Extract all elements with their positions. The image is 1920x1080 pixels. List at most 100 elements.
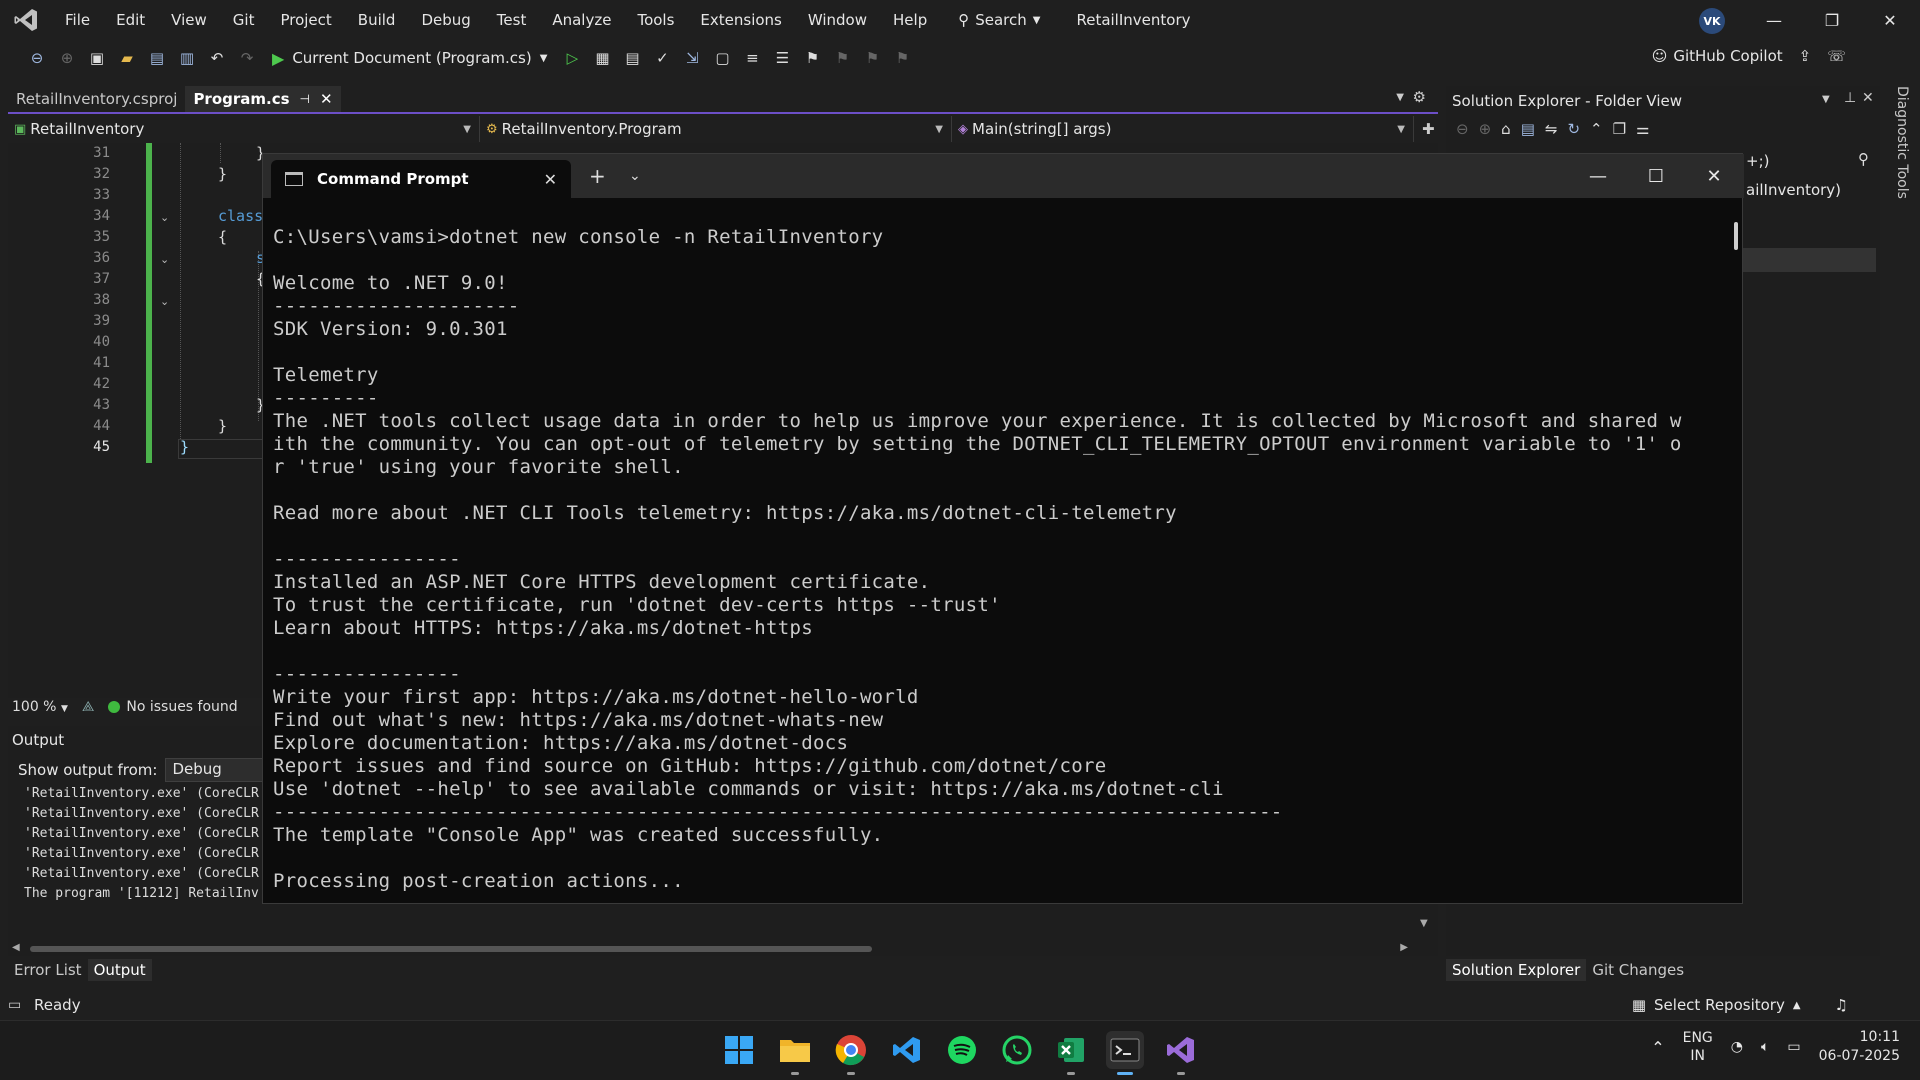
menu-help[interactable]: Help — [880, 0, 940, 40]
run-button[interactable]: ▶ Current Document (Program.cs) ▼ — [272, 49, 547, 68]
menu-file[interactable]: File — [52, 0, 103, 40]
menu-tools[interactable]: Tools — [624, 0, 687, 40]
bookmark-icon[interactable]: ⚑ — [801, 47, 823, 69]
menu-debug[interactable]: Debug — [408, 0, 483, 40]
split-icon[interactable]: ✚ — [1422, 120, 1435, 138]
terminal-minimize-button[interactable]: — — [1569, 160, 1627, 192]
selected-tree-row[interactable] — [1736, 248, 1876, 272]
prev-bookmark-icon[interactable]: ⚑ — [831, 47, 853, 69]
type-dropdown[interactable]: ⚙ RetailInventory.Program ▼ — [480, 116, 952, 142]
search-icon[interactable]: ⚲ — [1858, 150, 1869, 168]
open-folder-icon[interactable]: ▰ — [116, 47, 138, 69]
refresh-icon[interactable]: ↻ — [1567, 120, 1580, 138]
intellicode-icon[interactable]: ⟁ — [82, 699, 95, 715]
solution-search-input[interactable]: +;) — [1746, 152, 1769, 170]
menu-edit[interactable]: Edit — [103, 0, 158, 40]
battery-icon[interactable]: ▭ — [1787, 1039, 1800, 1055]
github-copilot-button[interactable]: ☺ GitHub Copilot ⇪ ☏ — [1652, 47, 1846, 65]
tab-git-changes[interactable]: Git Changes — [1586, 959, 1690, 981]
diagnostic-tools-tab[interactable]: Diagnostic Tools — [1884, 86, 1910, 206]
chevron-up-icon[interactable]: ⌃ — [1651, 1038, 1664, 1057]
tab-dropdown-icon[interactable]: ⌄ — [629, 168, 641, 184]
spotify-icon[interactable] — [943, 1031, 981, 1069]
close-icon[interactable]: ✕ — [1862, 90, 1874, 106]
menu-build[interactable]: Build — [345, 0, 409, 40]
minimize-button[interactable]: — — [1745, 0, 1803, 40]
spellcheck-icon[interactable]: ✓ — [651, 47, 673, 69]
tab-output[interactable]: Output — [87, 959, 152, 981]
notification-bell-icon[interactable]: ♫ — [1835, 996, 1848, 1014]
excel-icon[interactable] — [1052, 1031, 1090, 1075]
tab-error-list[interactable]: Error List — [8, 959, 88, 981]
collapse-all-icon[interactable]: ⌃ — [1590, 120, 1603, 138]
wifi-icon[interactable]: ◔ — [1731, 1039, 1743, 1055]
redo-icon[interactable]: ↷ — [236, 47, 258, 69]
new-project-icon[interactable]: ▣ — [86, 47, 108, 69]
command-prompt-window[interactable]: Command Prompt ✕ + ⌄ — ☐ ✕ C:\Users\vams… — [262, 153, 1744, 904]
sync-icon[interactable]: ⇋ — [1545, 120, 1558, 138]
properties-icon[interactable]: ⚌ — [1636, 120, 1649, 138]
menu-view[interactable]: View — [158, 0, 220, 40]
clock[interactable]: 10:11 06-07-2025 — [1819, 1028, 1900, 1066]
save-all-icon[interactable]: ▥ — [176, 47, 198, 69]
close-icon[interactable]: ✕ — [544, 170, 557, 189]
search-button[interactable]: ⚲ Search ▼ — [958, 11, 1040, 29]
avatar[interactable]: VK — [1699, 8, 1725, 34]
tab-retailinventory-csproj[interactable]: RetailInventory.csproj — [8, 86, 185, 112]
menu-project[interactable]: Project — [267, 0, 344, 40]
save-icon[interactable]: ▤ — [146, 47, 168, 69]
forward-icon[interactable]: ⊕ — [1479, 120, 1492, 138]
menu-window[interactable]: Window — [795, 0, 880, 40]
file-explorer-icon[interactable] — [776, 1031, 814, 1075]
horizontal-scrollbar[interactable]: ◀ ▶ — [12, 942, 1408, 954]
menu-extensions[interactable]: Extensions — [687, 0, 794, 40]
collapse-icon[interactable]: ⌄ — [160, 253, 169, 266]
scroll-down-icon[interactable]: ▼ — [1420, 918, 1428, 929]
language-indicator[interactable]: ENG IN — [1683, 1029, 1713, 1065]
scroll-right-icon[interactable]: ▶ — [1400, 942, 1408, 953]
menu-test[interactable]: Test — [484, 0, 540, 40]
layout-icon[interactable]: ▤ — [621, 47, 643, 69]
start-icon[interactable] — [720, 1031, 758, 1069]
switch-views-icon[interactable]: ▤ — [1521, 120, 1535, 138]
chrome-icon[interactable] — [832, 1031, 870, 1075]
scrollbar-thumb[interactable] — [30, 946, 872, 952]
menu-git[interactable]: Git — [220, 0, 268, 40]
volume-icon[interactable]: 🔈︎ — [1761, 1039, 1769, 1055]
terminal-scrollbar[interactable] — [1734, 222, 1738, 250]
close-icon[interactable]: ✕ — [320, 90, 333, 108]
show-all-files-icon[interactable]: ❐ — [1613, 120, 1626, 138]
home-icon[interactable]: ⌂ — [1501, 120, 1511, 138]
visual-studio-icon[interactable] — [1162, 1031, 1200, 1075]
select-repository-button[interactable]: ▦ Select Repository ▲ ♫ — [1632, 996, 1848, 1014]
pin-icon[interactable]: ⊣ — [300, 92, 310, 106]
forward-icon[interactable]: ⊕ — [56, 47, 78, 69]
collapse-icon[interactable]: ⌄ — [160, 295, 169, 308]
whatsapp-icon[interactable] — [998, 1031, 1036, 1069]
project-dropdown[interactable]: ▣ RetailInventory ▼ — [8, 116, 480, 142]
clear-bookmarks-icon[interactable]: ⚑ — [891, 47, 913, 69]
undo-icon[interactable]: ↶ — [206, 47, 228, 69]
hot-reload-icon[interactable]: ▦ — [591, 47, 613, 69]
chevron-down-icon[interactable]: ▼ — [1822, 94, 1830, 105]
tab-solution-explorer[interactable]: Solution Explorer — [1446, 959, 1587, 981]
close-button[interactable]: ✕ — [1861, 0, 1919, 40]
terminal-close-button[interactable]: ✕ — [1685, 160, 1743, 192]
share-icon[interactable]: ⇪ — [1799, 47, 1812, 65]
terminal-output[interactable]: C:\Users\vamsi>dotnet new console -n Ret… — [273, 226, 1713, 896]
gear-icon[interactable]: ⚙ — [1413, 88, 1426, 106]
start-without-debugging-icon[interactable]: ▷ — [561, 47, 583, 69]
member-dropdown[interactable]: ◈ Main(string[] args) ▼ — [952, 116, 1414, 142]
back-icon[interactable]: ⊖ — [26, 47, 48, 69]
indent-icon[interactable]: ≡ — [741, 47, 763, 69]
back-icon[interactable]: ⊖ — [1456, 120, 1469, 138]
new-tab-button[interactable]: + — [589, 164, 606, 188]
feedback-icon[interactable]: ☏ — [1827, 47, 1846, 65]
pin-icon[interactable]: ⊥ — [1844, 90, 1856, 106]
collapse-icon[interactable]: ⌄ — [160, 211, 169, 224]
step-icon[interactable]: ⇲ — [681, 47, 703, 69]
scroll-left-icon[interactable]: ◀ — [12, 942, 20, 953]
clipboard-icon[interactable]: ▢ — [711, 47, 733, 69]
terminal-icon[interactable] — [1106, 1031, 1144, 1075]
comment-icon[interactable]: ☰ — [771, 47, 793, 69]
